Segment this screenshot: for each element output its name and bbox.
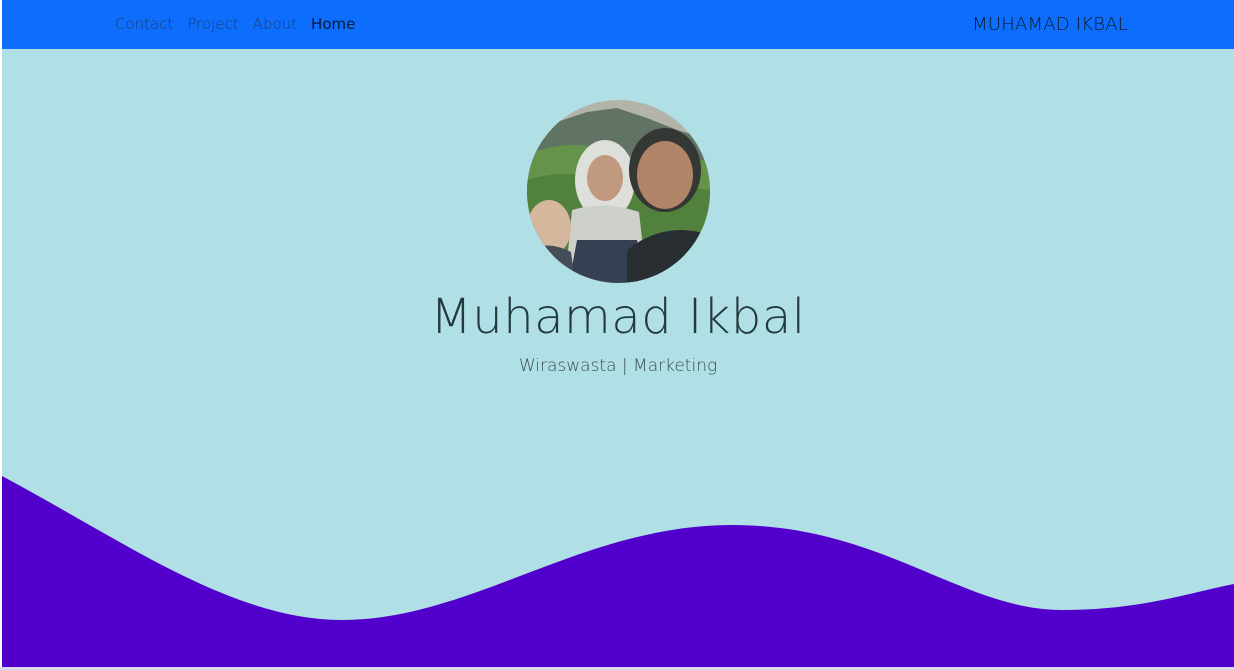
profile-photo — [527, 100, 710, 283]
page: Contact Project About Home MUHAMAD IKBAL — [2, 0, 1234, 667]
decorative-wave — [2, 476, 1234, 667]
profile-avatar — [527, 100, 710, 283]
nav-link-contact[interactable]: Contact — [115, 14, 173, 34]
navbar-brand[interactable]: MUHAMAD IKBAL — [972, 13, 1128, 37]
nav-link-home[interactable]: Home — [311, 14, 355, 34]
hero-name: Muhamad Ikbal — [430, 289, 806, 345]
nav-link-about[interactable]: About — [253, 14, 297, 34]
nav-link-project[interactable]: Project — [187, 14, 238, 34]
hero-subtitle: Wiraswasta | Marketing — [518, 356, 718, 376]
navbar: Contact Project About Home MUHAMAD IKBAL — [2, 0, 1234, 49]
nav-links: Contact Project About Home — [115, 14, 355, 34]
